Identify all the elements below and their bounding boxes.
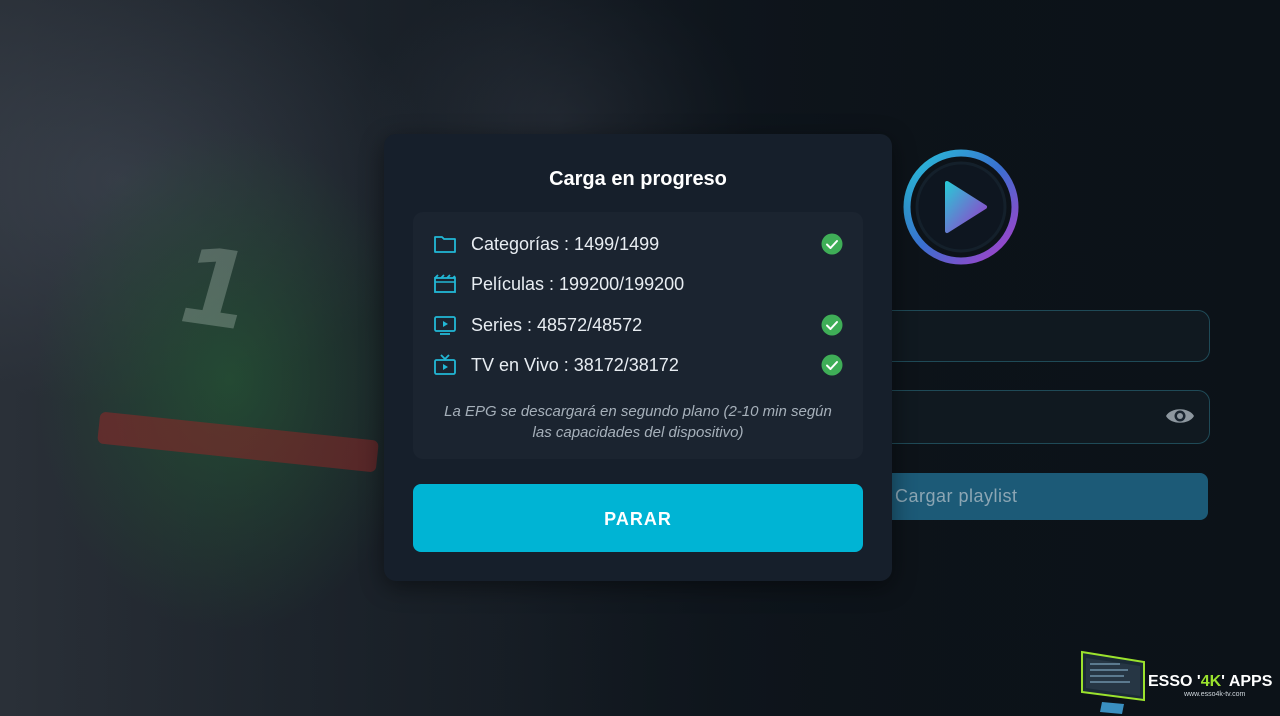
loading-dialog: Carga en progreso Categorías : 1499/1499… — [384, 134, 892, 581]
username-field[interactable] — [860, 310, 1210, 362]
row-label: Categorías : 1499/1499 — [471, 234, 660, 254]
tv-icon — [434, 354, 456, 375]
epg-note: La EPG se descargará en segundo plano (2… — [444, 403, 832, 441]
row-label: TV en Vivo : 38172/38172 — [471, 355, 679, 375]
watermark-brand: ESSO '4K' APPS — [1148, 673, 1273, 690]
row-label: Películas : 199200/199200 — [471, 274, 685, 294]
series-screen-icon — [434, 316, 456, 335]
check-icon — [821, 314, 843, 336]
watermark-url: www.esso4k-tv.com — [1184, 691, 1246, 698]
row-label: Series : 48572/48572 — [471, 315, 643, 335]
check-icon — [821, 233, 843, 255]
dialog-title: Carga en progreso — [549, 168, 727, 190]
stop-button[interactable]: PARAR — [413, 484, 863, 552]
progress-panel: Categorías : 1499/1499 Películas : 19920… — [413, 212, 863, 459]
folder-icon — [434, 236, 456, 253]
load-playlist-label: Cargar playlist — [895, 486, 1018, 506]
password-field[interactable] — [860, 390, 1210, 444]
movie-clapper-icon — [434, 274, 456, 293]
app-logo-icon — [903, 149, 1019, 265]
eye-icon[interactable] — [1164, 404, 1196, 428]
progress-row-movies: Películas : 199200/199200 — [433, 270, 853, 300]
progress-row-series: Series : 48572/48572 — [433, 311, 853, 341]
progress-row-live-tv: TV en Vivo : 38172/38172 — [433, 351, 853, 381]
progress-row-categories: Categorías : 1499/1499 — [433, 230, 853, 260]
check-icon — [821, 354, 843, 376]
load-playlist-button[interactable]: Cargar playlist — [860, 473, 1208, 520]
stop-button-label: PARAR — [604, 509, 672, 529]
